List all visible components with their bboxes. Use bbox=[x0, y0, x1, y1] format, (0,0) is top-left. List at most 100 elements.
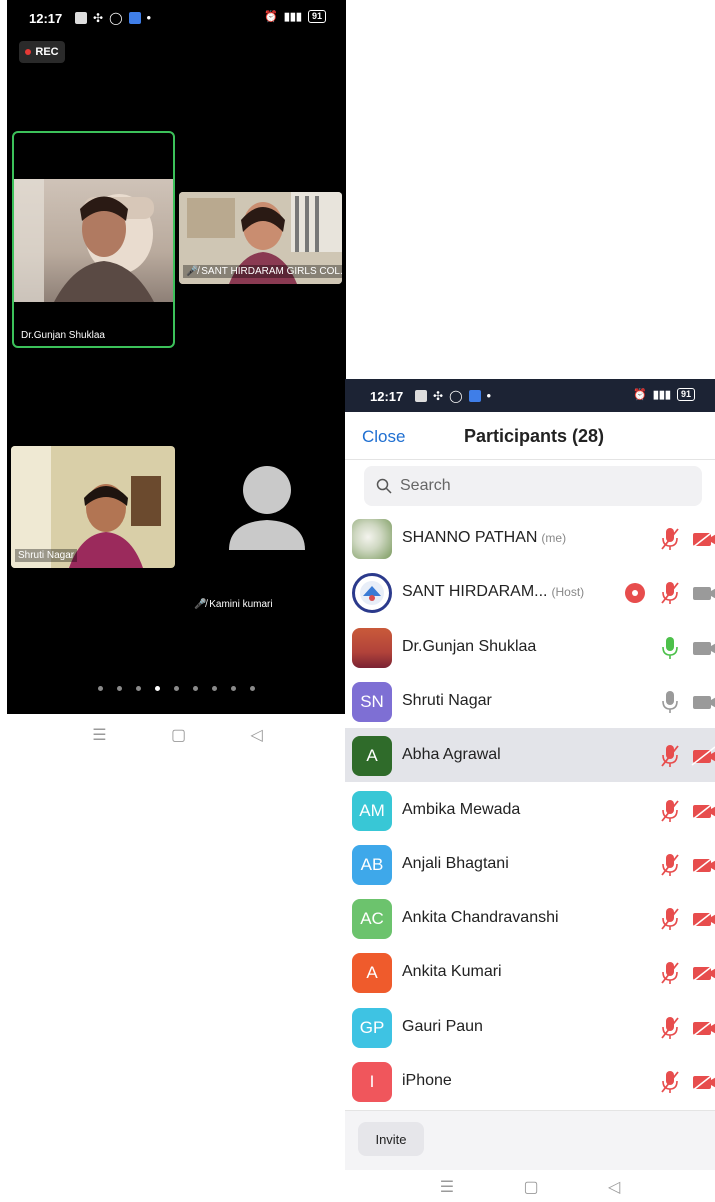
android-nav-bar: ☰ ▢ ◁ bbox=[60, 722, 295, 748]
muted-mic-icon[interactable] bbox=[659, 526, 681, 552]
muted-mic-icon[interactable] bbox=[659, 798, 681, 824]
search-input[interactable]: Search bbox=[364, 466, 702, 506]
page-dot[interactable] bbox=[212, 686, 217, 691]
participant-row[interactable]: A Ankita Kumari bbox=[345, 945, 715, 999]
participants-header: Close Participants (28) bbox=[345, 412, 715, 460]
muted-mic-icon[interactable] bbox=[659, 1015, 681, 1041]
alarm-icon: ⏰ bbox=[633, 389, 647, 401]
video-off-icon[interactable] bbox=[691, 1072, 715, 1092]
video-tile-host[interactable]: 🎤̸ SANT HIRDARAM GIRLS COL... bbox=[179, 192, 342, 284]
whatsapp-icon: ◯ bbox=[449, 388, 463, 403]
person-silhouette-icon bbox=[14, 179, 154, 302]
participant-name: SANT HIRDARAM... (Host) bbox=[402, 583, 584, 601]
participant-row[interactable]: SANT HIRDARAM... (Host) bbox=[345, 565, 715, 619]
page-dot-active[interactable] bbox=[155, 686, 160, 691]
muted-mic-icon[interactable] bbox=[659, 743, 681, 769]
alarm-icon: ⏰ bbox=[264, 11, 278, 23]
participant-name-text: SANT HIRDARAM... bbox=[402, 583, 548, 601]
participant-name: Shruti Nagar bbox=[402, 692, 492, 710]
participant-name: SHANNO PATHAN (me) bbox=[402, 529, 566, 547]
avatar: I bbox=[352, 1062, 392, 1102]
page-dot[interactable] bbox=[231, 686, 236, 691]
participant-name-text: Ankita Kumari bbox=[402, 963, 502, 981]
participant-name-text: Anjali Bhagtani bbox=[402, 854, 509, 872]
participant-row[interactable]: AM Ambika Mewada bbox=[345, 783, 715, 837]
participant-row[interactable]: IiPhone bbox=[345, 1054, 715, 1108]
muted-mic-icon: 🎤̸ bbox=[194, 599, 207, 610]
page-dot[interactable] bbox=[193, 686, 198, 691]
back-icon[interactable]: ◁ bbox=[608, 1177, 620, 1197]
tile-name-text: SANT HIRDARAM GIRLS COL... bbox=[201, 266, 342, 277]
status-bar: 12:17 ✣ ◯ • ⏰ ▮▮▮ 91 bbox=[7, 0, 346, 36]
video-off-icon[interactable] bbox=[691, 963, 715, 983]
signal-icon: ▮▮▮ bbox=[283, 11, 302, 23]
page-dot[interactable] bbox=[117, 686, 122, 691]
participant-row[interactable]: AB Anjali Bhagtani bbox=[345, 837, 715, 891]
participants-screen: 12:17 ✣ ◯ • ⏰ ▮▮▮ 91 Close Participants … bbox=[345, 379, 715, 1202]
home-icon[interactable]: ▢ bbox=[523, 1177, 538, 1197]
notification-icons: ✣ ◯ • bbox=[75, 10, 151, 25]
avatar: A bbox=[352, 953, 392, 994]
participant-row[interactable]: A Abha Agrawal bbox=[345, 728, 715, 783]
mic-icon[interactable] bbox=[659, 689, 681, 715]
page-dot[interactable] bbox=[250, 686, 255, 691]
video-icon[interactable] bbox=[691, 638, 715, 658]
page-dot[interactable] bbox=[98, 686, 103, 691]
participants-footer: Invite bbox=[345, 1110, 715, 1170]
tile-name-label: Dr.Gunjan Shuklaa bbox=[18, 329, 108, 342]
default-avatar-icon bbox=[229, 466, 305, 550]
video-feed bbox=[14, 179, 173, 302]
video-off-icon[interactable] bbox=[691, 529, 715, 549]
muted-mic-icon[interactable] bbox=[659, 580, 681, 606]
page-title: Participants (28) bbox=[463, 426, 605, 446]
tile-name-label: 🎤̸ SANT HIRDARAM GIRLS COL... bbox=[183, 265, 342, 278]
video-icon[interactable] bbox=[691, 583, 715, 603]
muted-mic-icon[interactable] bbox=[659, 852, 681, 878]
meeting-gallery-screen: 12:17 ✣ ◯ • ⏰ ▮▮▮ 91 REC Dr.Gunjan Shukl… bbox=[7, 0, 346, 714]
avatar-photo bbox=[352, 627, 392, 668]
invite-button[interactable]: Invite bbox=[358, 1122, 424, 1156]
video-tile-shruti[interactable]: Shruti Nagar bbox=[11, 446, 175, 568]
participant-name: Dr.Gunjan Shuklaa bbox=[402, 638, 536, 656]
menu-icon[interactable]: ☰ bbox=[92, 725, 106, 745]
back-icon[interactable]: ◁ bbox=[250, 725, 262, 745]
mic-icon[interactable] bbox=[659, 635, 681, 661]
muted-mic-icon[interactable] bbox=[659, 960, 681, 986]
dot-icon: • bbox=[146, 10, 152, 25]
notification-icon bbox=[415, 389, 427, 402]
video-off-icon[interactable] bbox=[691, 909, 715, 929]
video-off-icon[interactable] bbox=[691, 800, 715, 821]
video-icon[interactable] bbox=[691, 692, 715, 712]
video-off-icon[interactable] bbox=[691, 1018, 715, 1038]
recording-badge: REC bbox=[19, 41, 65, 63]
menu-icon[interactable]: ☰ bbox=[440, 1177, 454, 1197]
video-off-icon[interactable] bbox=[691, 746, 715, 766]
participant-name: Ankita Kumari bbox=[402, 963, 502, 981]
page-dot[interactable] bbox=[136, 686, 141, 691]
status-time: 12:17 bbox=[29, 11, 63, 26]
status-time: 12:17 bbox=[370, 389, 404, 404]
participant-name-text: Abha Agrawal bbox=[402, 746, 501, 764]
participant-row[interactable]: SN Shruti Nagar bbox=[345, 674, 715, 728]
participant-name: Ankita Chandravanshi bbox=[402, 909, 559, 927]
participant-name-text: Dr.Gunjan Shuklaa bbox=[402, 637, 537, 655]
muted-mic-icon[interactable] bbox=[659, 906, 681, 932]
notification-icon bbox=[75, 11, 87, 24]
avatar-photo bbox=[352, 519, 392, 559]
participant-name-text: Ankita Chandravanshi bbox=[402, 909, 559, 927]
page-dot[interactable] bbox=[174, 686, 179, 691]
network-icon: ✣ bbox=[433, 388, 444, 403]
avatar: AC bbox=[352, 899, 392, 940]
participant-row[interactable]: Dr.Gunjan Shuklaa bbox=[345, 620, 715, 674]
video-off-icon[interactable] bbox=[691, 855, 715, 875]
video-tile-active-speaker[interactable]: Dr.Gunjan Shuklaa bbox=[12, 131, 175, 348]
recording-indicator-icon bbox=[625, 583, 645, 604]
home-icon[interactable]: ▢ bbox=[171, 725, 186, 745]
muted-mic-icon[interactable] bbox=[659, 1069, 681, 1095]
video-tile-kamini[interactable]: 🎤̸ Kamini kumari bbox=[179, 446, 342, 616]
participant-row[interactable]: AC Ankita Chandravanshi bbox=[345, 891, 715, 945]
avatar: GP bbox=[352, 1007, 392, 1048]
participant-name: Anjali Bhagtani bbox=[402, 855, 509, 873]
participant-row[interactable]: GP Gauri Paun bbox=[345, 1000, 715, 1054]
participant-row[interactable]: SHANNO PATHAN (me) bbox=[345, 511, 715, 565]
